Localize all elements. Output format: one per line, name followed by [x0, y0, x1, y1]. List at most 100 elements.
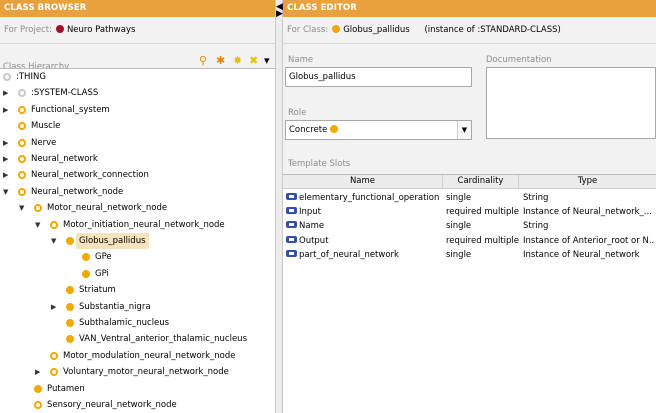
- class-icon: [18, 171, 26, 180]
- slot-cardinality-cell: single: [446, 193, 472, 203]
- slot-type-cell: Instance of Neural_network_...: [523, 207, 652, 218]
- slot-type-cell: String: [523, 193, 549, 203]
- tree-node[interactable]: Subthalamic_nucleus: [0, 315, 275, 331]
- role-select[interactable]: Concrete ▼: [285, 120, 472, 140]
- class-icon: [34, 384, 42, 393]
- tree-node-label: Putamen: [47, 383, 85, 394]
- class-name: Globus_pallidus: [343, 25, 410, 35]
- tree-node[interactable]: ▼ Neural_network_node: [0, 184, 275, 200]
- tree-node[interactable]: Motor_modulation_neural_network_node: [0, 348, 275, 364]
- table-row[interactable]: Output required multiple Instance of Anter…: [283, 234, 656, 248]
- tree-node[interactable]: ▶ Voluntary_motor_neural_network_node: [0, 364, 275, 380]
- delete-icon[interactable]: ✖: [249, 55, 258, 67]
- tree-node[interactable]: ▶ :SYSTEM-CLASS: [0, 85, 275, 101]
- tree-node[interactable]: GPi: [0, 266, 275, 282]
- name-field[interactable]: Globus_pallidus: [285, 67, 472, 87]
- table-row[interactable]: elementary_functional_operation single Str…: [283, 191, 656, 205]
- tree-node-label: Motor_initiation_neural_network_node: [63, 219, 225, 230]
- chevron-down-icon[interactable]: ▼: [457, 121, 471, 139]
- add-subclass-icon[interactable]: ✱: [216, 55, 225, 67]
- tree-node[interactable]: Muscle: [0, 118, 275, 134]
- class-icon: [18, 138, 26, 147]
- tree-node-label: Nerve: [31, 137, 57, 148]
- tree-node-label: Neural_network: [31, 154, 98, 164]
- collapsed-triangle-icon[interactable]: ▶: [3, 135, 8, 151]
- class-icon: [332, 25, 341, 33]
- tree-node[interactable]: ▶ Nerve: [0, 135, 275, 151]
- documentation-field[interactable]: [486, 67, 656, 139]
- slot-icon: [286, 235, 297, 243]
- collapsed-triangle-icon[interactable]: ▶: [51, 299, 56, 315]
- collapsed-triangle-icon[interactable]: ▶: [3, 85, 8, 101]
- tree-node[interactable]: ▶ Neural_network_connection: [0, 167, 275, 183]
- collapse-right-icon[interactable]: ▶: [276, 10, 283, 19]
- collapsed-triangle-icon[interactable]: ▶: [3, 102, 8, 118]
- instance-of-text: (instance of :STANDARD-CLASS): [424, 25, 561, 35]
- template-slots-label: Template Slots: [288, 159, 351, 169]
- tree-node[interactable]: Putamen: [0, 381, 275, 397]
- tree-node[interactable]: Sensory_neural_network_node: [0, 397, 275, 413]
- tree-node-label: :THING: [16, 72, 46, 82]
- tree-node[interactable]: ▶ Functional_system: [0, 102, 275, 118]
- tree-node-label: Motor_neural_network_node: [47, 203, 168, 214]
- collapsed-triangle-icon[interactable]: ▶: [3, 151, 8, 167]
- slot-name: Input: [299, 207, 322, 218]
- class-icon: [18, 122, 26, 131]
- column-header-type[interactable]: Type: [519, 175, 656, 189]
- class-icon: [82, 253, 90, 262]
- add-class-icon[interactable]: ✸: [233, 55, 242, 67]
- tree-node[interactable]: ▼ Globus_pallidus: [0, 233, 275, 249]
- tree-node[interactable]: GPe: [0, 249, 275, 265]
- class-icon: [50, 220, 58, 229]
- table-row[interactable]: Input required multiple Instance of Neural…: [283, 205, 656, 219]
- tree-node-label: Globus_pallidus: [76, 233, 149, 249]
- tree-node-label: Motor_modulation_neural_network_node: [63, 350, 236, 361]
- table-row[interactable]: part_of_neural_network single Instance of …: [283, 248, 656, 262]
- tree-node[interactable]: VAN_Ventral_anterior_thalamic_nucleus: [0, 331, 275, 347]
- class-icon: [82, 269, 90, 278]
- class-icon: [66, 286, 74, 295]
- class-tree[interactable]: :THING ▶ :SYSTEM-CLASS ▶ Functional_system Mu…: [0, 68, 275, 413]
- tree-node[interactable]: ▼ Motor_initiation_neural_network_node: [0, 217, 275, 233]
- dropdown-icon[interactable]: ▾: [264, 55, 270, 67]
- table-row[interactable]: Name single String: [283, 219, 656, 233]
- expanded-triangle-icon[interactable]: ▼: [3, 184, 8, 200]
- tree-node[interactable]: ▼ Motor_neural_network_node: [0, 200, 275, 216]
- class-icon: [50, 351, 58, 360]
- search-icon[interactable]: ⚲: [199, 55, 207, 67]
- tree-node[interactable]: ▶ Substantia_nigra: [0, 299, 275, 315]
- documentation-label: Documentation: [486, 55, 552, 65]
- tree-node-label: GPi: [95, 268, 109, 279]
- tree-node-label: :SYSTEM-CLASS: [31, 88, 99, 99]
- tree-node[interactable]: :THING: [0, 69, 275, 85]
- column-header-name[interactable]: Name: [283, 175, 443, 189]
- slot-name-cell: Name: [283, 219, 443, 233]
- slot-type-cell: Instance of Anterior_root or N...: [523, 235, 654, 246]
- column-header-cardinality[interactable]: Cardinality: [443, 175, 519, 189]
- slot-name-cell: elementary_functional_operation: [283, 191, 443, 205]
- panel-divider[interactable]: ◀ ▶: [275, 0, 283, 413]
- class-icon: [66, 335, 74, 344]
- class-icon: [18, 187, 26, 196]
- for-project-label: For Project:: [4, 25, 52, 35]
- tree-node-label: Subthalamic_nucleus: [79, 318, 170, 328]
- slot-icon: [286, 207, 297, 215]
- class-icon: [66, 302, 74, 311]
- tree-node[interactable]: Striatum: [0, 282, 275, 298]
- slot-name-cell: Input: [283, 205, 443, 219]
- slot-type-cell: Instance of Neural_network: [523, 249, 640, 260]
- expanded-triangle-icon[interactable]: ▼: [51, 233, 56, 249]
- tree-node[interactable]: ▶ Neural_network: [0, 151, 275, 167]
- role-label: Role: [288, 108, 307, 118]
- collapsed-triangle-icon[interactable]: ▶: [3, 167, 8, 183]
- tree-node-label: GPe: [95, 252, 112, 263]
- tree-node-label: Voluntary_motor_neural_network_node: [63, 367, 229, 378]
- collapsed-triangle-icon[interactable]: ▶: [35, 364, 40, 380]
- project-name: Neuro Pathways: [66, 25, 136, 35]
- tree-node-label: Sensory_neural_network_node: [47, 400, 177, 410]
- template-slots-table[interactable]: Name Cardinality Type elementary_functio…: [283, 174, 656, 413]
- slot-icon: [286, 249, 297, 257]
- expanded-triangle-icon[interactable]: ▼: [19, 200, 24, 216]
- project-icon: [55, 25, 64, 33]
- expanded-triangle-icon[interactable]: ▼: [35, 217, 40, 233]
